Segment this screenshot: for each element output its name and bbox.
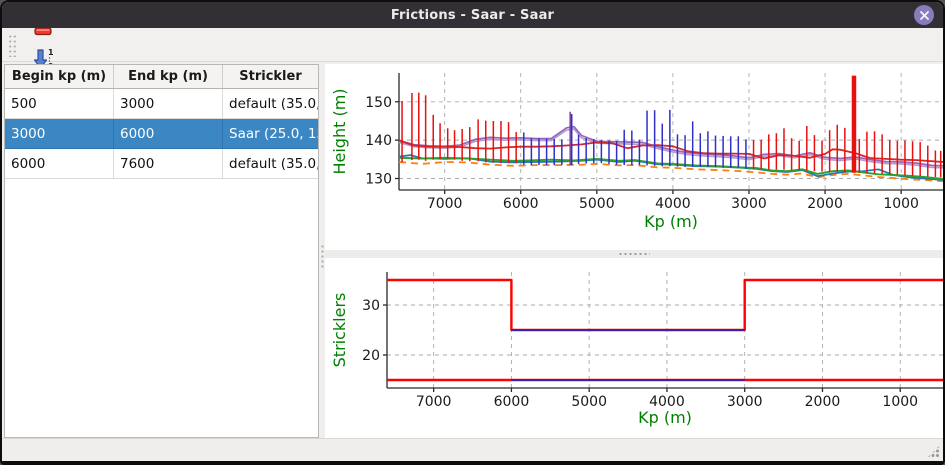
svg-text:6000: 6000: [503, 196, 539, 212]
height-profile-chart: 7000 6000 5000 4000 3000 2000 1000 130 140 150 Kp …: [325, 64, 943, 250]
svg-text:140: 140: [365, 133, 392, 149]
splitter-dots-icon: [618, 252, 650, 256]
table-row[interactable]: 5003000default (35.0, …: [5, 89, 318, 119]
svg-text:2000: 2000: [807, 196, 843, 212]
axes: [395, 73, 943, 194]
cell-strickler[interactable]: Saar (25.0, 15.0): [223, 119, 319, 149]
close-icon: [919, 10, 930, 21]
svg-text:7000: 7000: [416, 394, 452, 410]
cell-begin[interactable]: 3000: [5, 119, 114, 149]
svg-text:1000: 1000: [882, 394, 918, 410]
y-axis-label: Height (m): [330, 88, 349, 174]
cell-end[interactable]: 3000: [114, 89, 223, 119]
cell-begin[interactable]: 6000: [5, 149, 114, 179]
svg-text:3000: 3000: [727, 394, 763, 410]
axes: [383, 272, 943, 392]
charts-panel: 7000 6000 5000 4000 3000 2000 1000 130 140 150 Kp …: [325, 64, 943, 438]
frictions-window: Frictions - Saar - Saar 19 Begin kp (m)E…: [0, 0, 945, 465]
frictions-table: Begin kp (m)End kp (m)Strickler 5003000d…: [5, 65, 318, 179]
resize-grip-icon[interactable]: [927, 445, 940, 458]
svg-text:1000: 1000: [883, 196, 919, 212]
svg-text:7000: 7000: [427, 196, 463, 212]
svg-text:5000: 5000: [571, 394, 607, 410]
column-header-2[interactable]: Strickler: [223, 65, 319, 89]
toolbar-drag-handle[interactable]: [7, 33, 16, 57]
y-axis-label: Stricklers: [330, 292, 349, 367]
series-lines: [387, 280, 943, 380]
x-axis-label: Kp (m): [644, 212, 698, 231]
close-button[interactable]: [914, 5, 934, 25]
main-area: Begin kp (m)End kp (m)Strickler 5003000d…: [2, 62, 943, 438]
table-row[interactable]: 60007600default (35.0, …: [5, 149, 318, 179]
cell-begin[interactable]: 500: [5, 89, 114, 119]
svg-text:4000: 4000: [655, 196, 691, 212]
cell-end[interactable]: 7600: [114, 149, 223, 179]
table-row[interactable]: 30006000Saar (25.0, 15.0): [5, 119, 318, 149]
svg-text:6000: 6000: [494, 394, 530, 410]
cell-end[interactable]: 6000: [114, 119, 223, 149]
svg-text:3000: 3000: [731, 196, 767, 212]
frictions-table-panel: Begin kp (m)End kp (m)Strickler 5003000d…: [4, 64, 319, 438]
svg-text:30: 30: [362, 298, 380, 314]
column-header-0[interactable]: Begin kp (m): [5, 65, 114, 89]
svg-text:1: 1: [48, 48, 54, 57]
svg-text:5000: 5000: [579, 196, 615, 212]
table-header-row: Begin kp (m)End kp (m)Strickler: [5, 65, 318, 89]
svg-text:150: 150: [365, 95, 392, 111]
stricklers-chart: 70006000500040003000200010002030Kp (m)St…: [325, 258, 943, 439]
tick-labels: 70006000500040003000200010002030: [362, 298, 918, 410]
toolbar: 19: [2, 28, 943, 62]
cell-strickler[interactable]: default (35.0, …: [223, 149, 319, 179]
cross-section-spikes: [402, 76, 941, 178]
svg-text:130: 130: [365, 171, 392, 187]
series-lines: [399, 127, 943, 182]
svg-text:2000: 2000: [805, 394, 841, 410]
cell-strickler[interactable]: default (35.0, …: [223, 89, 319, 119]
x-axis-label: Kp (m): [638, 408, 692, 427]
status-bar: [2, 438, 943, 461]
titlebar[interactable]: Frictions - Saar - Saar: [2, 2, 943, 28]
horizontal-splitter[interactable]: [325, 250, 943, 258]
svg-text:20: 20: [362, 348, 380, 364]
window-title: Frictions - Saar - Saar: [391, 8, 554, 23]
column-header-1[interactable]: End kp (m): [114, 65, 223, 89]
